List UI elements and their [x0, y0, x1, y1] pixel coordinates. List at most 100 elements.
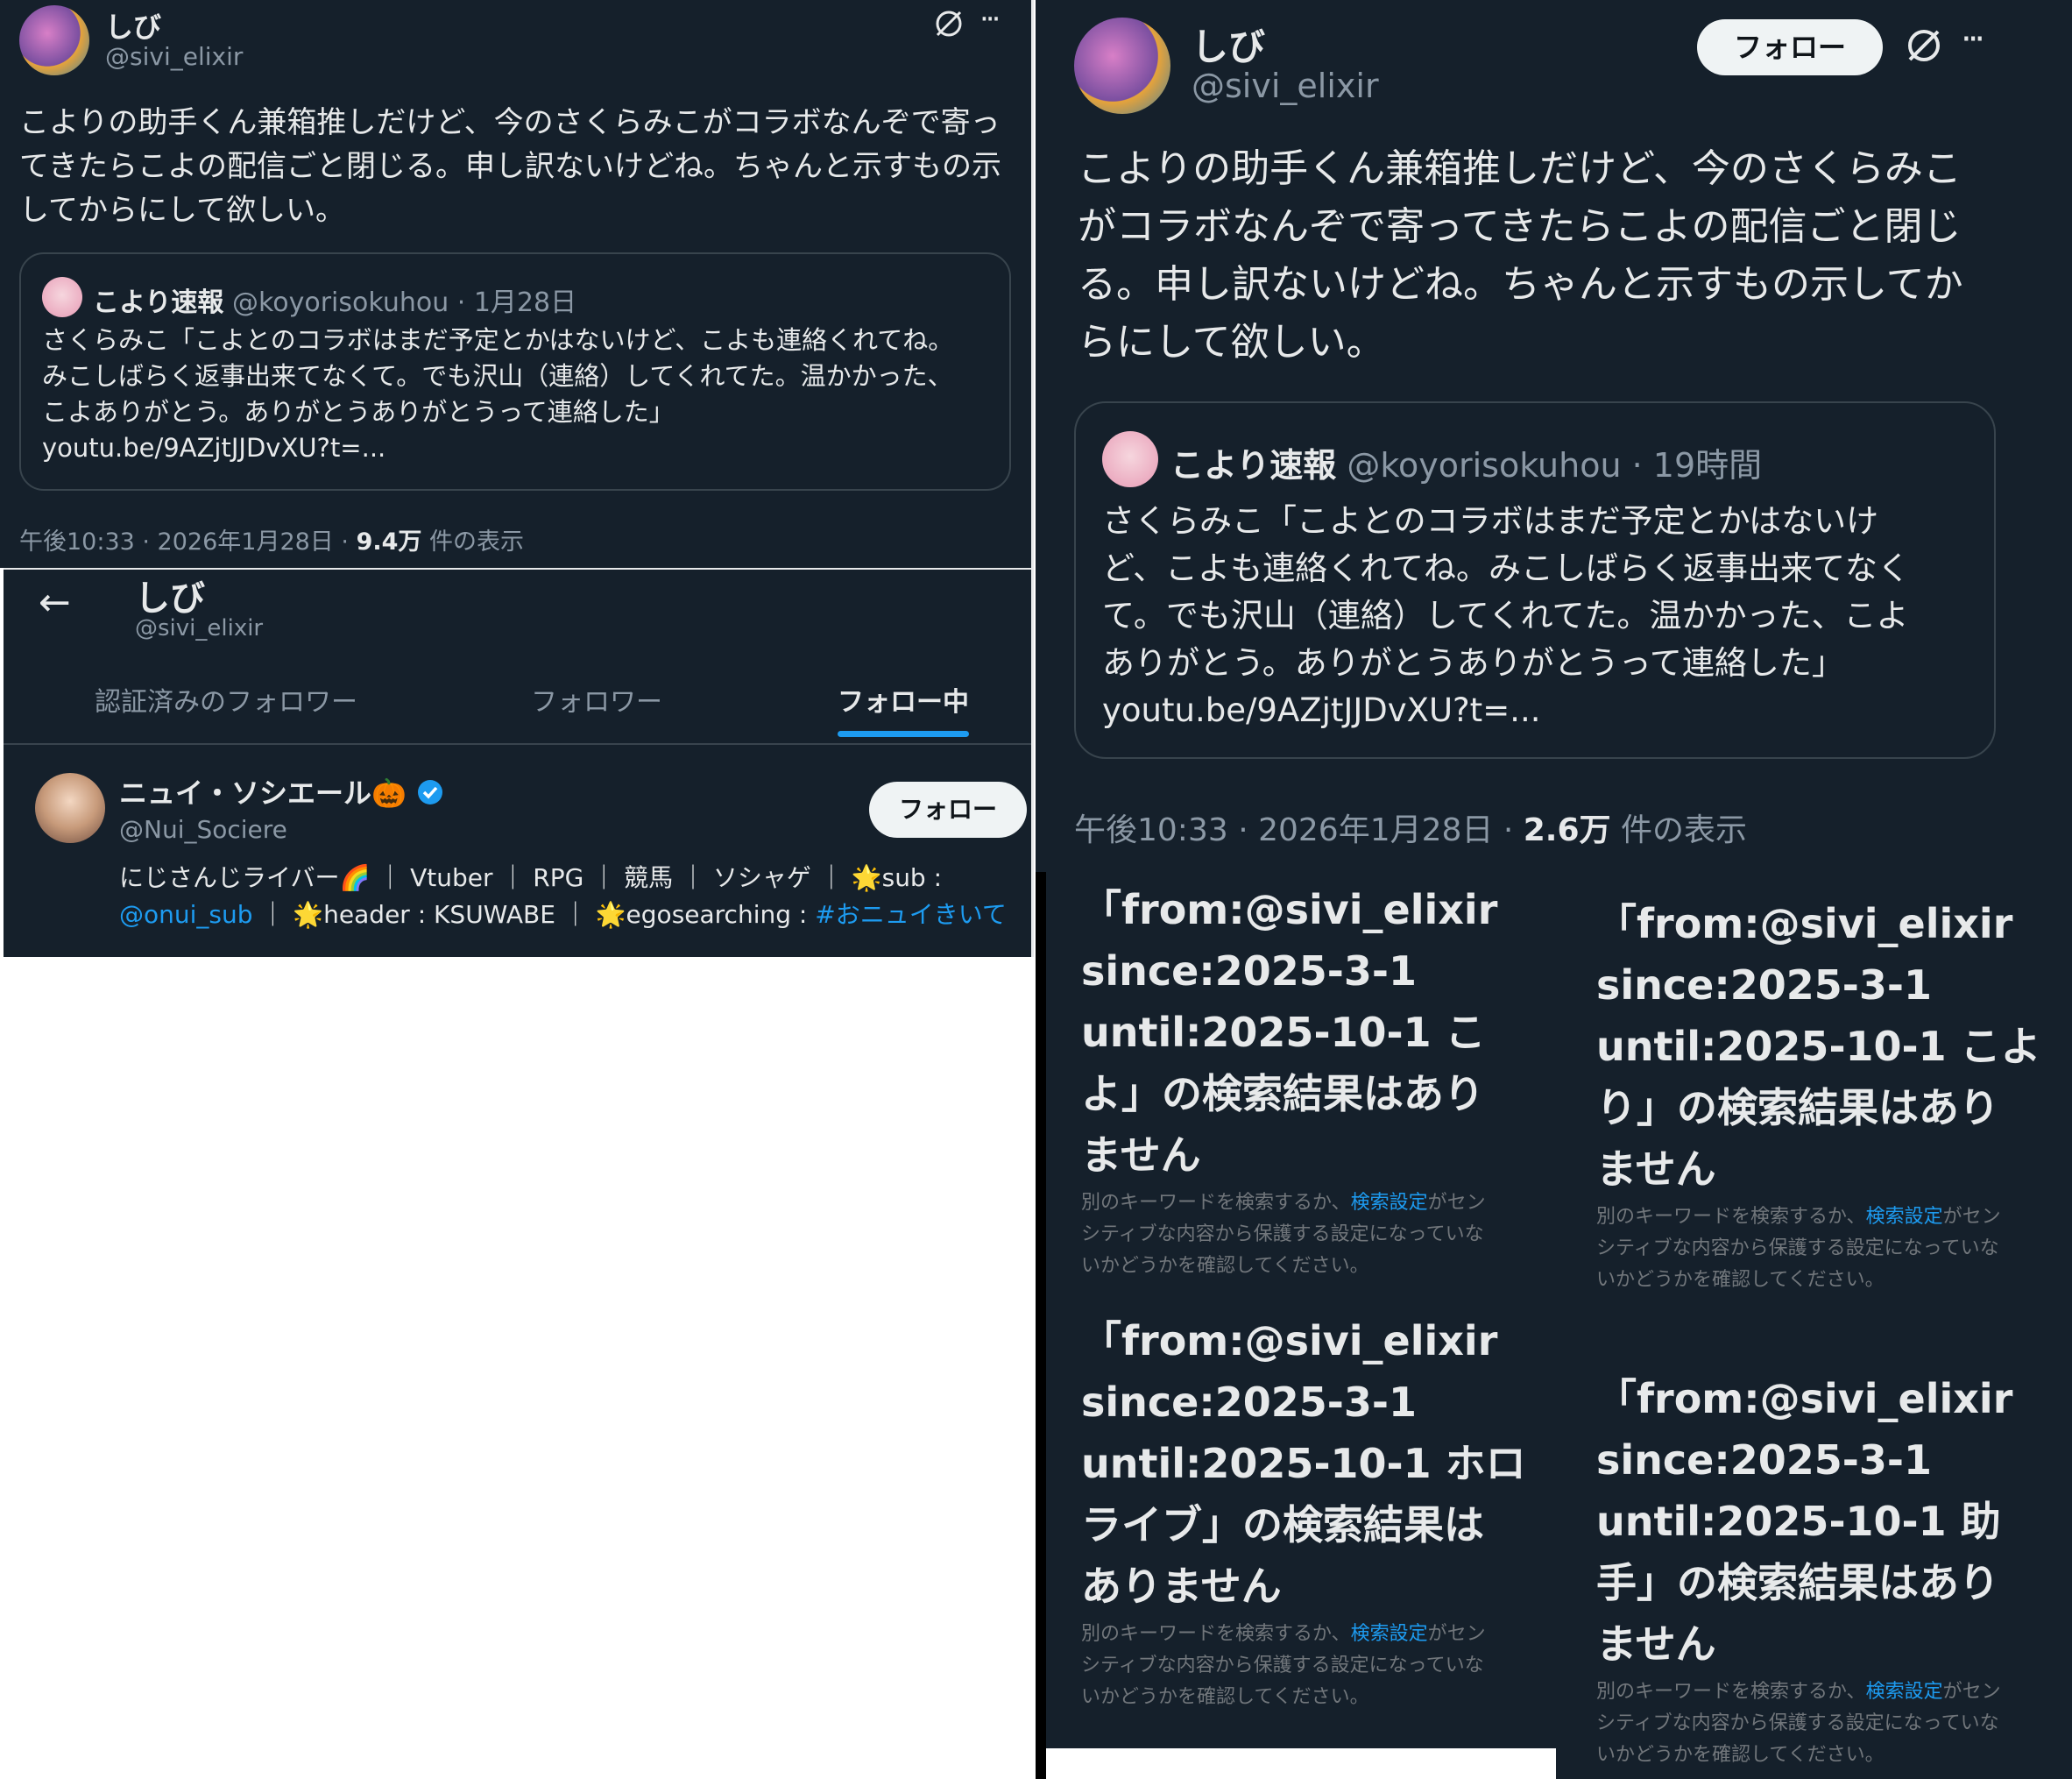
bio-hashtag[interactable]: #おニュイきいて: [815, 900, 1007, 929]
title-line: ません: [1596, 1620, 1716, 1668]
tweet-line: らにして欲しい。: [1078, 320, 1385, 365]
quote-time: · 1月28日: [456, 287, 577, 318]
quote-line: さくらみこ「こよとのコラボはまだ予定とかはないけど、こよも連絡くれてね。: [42, 325, 954, 355]
back-arrow-icon[interactable]: ←: [39, 580, 71, 625]
bio-link-sub[interactable]: @onui_sub: [119, 900, 253, 929]
sub-text: シティブな内容から保護する設定になっていな: [1596, 1712, 1999, 1734]
view-count: 9.4万: [356, 528, 422, 556]
search-settings-link[interactable]: 検索設定: [1351, 1623, 1428, 1645]
tab-following[interactable]: フォロー中: [838, 680, 969, 719]
empty-state-subtitle: 別のキーワードを検索するか、検索設定がセン シティブな内容から保護する設定になっ…: [1596, 1676, 2052, 1771]
title-line: り」の検索結果はあり: [1596, 1084, 1999, 1131]
profile-following-panel: ← しび @sivi_elixir 認証済みのフォロワー フォロワー フォロー中…: [4, 568, 1034, 957]
quoted-tweet[interactable]: こより速報 @koyorisokuhou · 1月28日 さくらみこ「こよとのコ…: [19, 252, 1011, 491]
user-name[interactable]: ニュイ・ソシエール🎃: [119, 771, 444, 812]
tweet-timestamp[interactable]: 午後10:33 · 2026年1月28日 ·: [19, 528, 357, 556]
tweet-line: る。申し訳ないけどね。ちゃんと示すもの示してか: [1078, 262, 1963, 307]
empty-state-title: 「from:@sivi_elixir since:2025-3-1 until:…: [1081, 879, 1537, 1186]
sub-text: いかどうかを確認してください。: [1596, 1269, 1885, 1291]
search-settings-link[interactable]: 検索設定: [1866, 1206, 1943, 1228]
quote-link[interactable]: youtu.be/9AZjtJJDvXU?t=...: [1102, 687, 1987, 734]
user-name[interactable]: しび: [105, 5, 161, 46]
grok-icon[interactable]: [932, 7, 965, 40]
follow-button[interactable]: フォロー: [869, 782, 1027, 838]
user-handle[interactable]: @Nui_Sociere: [119, 815, 287, 844]
quote-line: こよありがとう。ありがとうありがとうって連絡した」: [42, 397, 675, 427]
user-bio-line1: にじさんじライバー🌈 ｜ Vtuber ｜ RPG ｜ 競馬 ｜ ソシャゲ ｜ …: [119, 863, 943, 892]
view-label: 件の表示: [1610, 812, 1747, 848]
tabs-divider: [4, 743, 1031, 745]
tab-verified-followers[interactable]: 認証済みのフォロワー: [95, 680, 357, 719]
avatar[interactable]: [35, 773, 105, 843]
title-line: 「from:@sivi_elixir: [1081, 1317, 1498, 1364]
quote-line: ありがとう。ありがとうありがとうって連絡した」: [1102, 644, 1844, 682]
title-line: 「from:@sivi_elixir: [1081, 886, 1498, 933]
search-settings-link[interactable]: 検索設定: [1866, 1681, 1943, 1703]
tab-active-indicator: [838, 731, 969, 737]
title-line: until:2025-10-1 こ: [1081, 1009, 1486, 1056]
tweet-text: こよりの助手くん兼箱推しだけど、今のさくらみこがコラボなんぞで寄っ てきたらこよ…: [19, 101, 1027, 232]
search-results-panel: 「from:@sivi_elixir since:2025-3-1 until:…: [1036, 872, 2072, 1779]
sub-text: 別のキーワードを検索するか、: [1596, 1206, 1866, 1228]
more-icon[interactable]: ···: [1961, 19, 1985, 60]
grok-icon[interactable]: [1903, 25, 1945, 67]
search-bg-edge: [1036, 872, 1046, 1779]
bio-text: ｜ 🌟header : KSUWABE ｜ 🌟egosearching :: [252, 900, 816, 929]
tab-followers[interactable]: フォロワー: [531, 680, 662, 719]
quote-name: こより速報: [93, 287, 224, 318]
quoted-tweet[interactable]: こより速報 @koyorisokuhou · 19時間 さくらみこ「こよとのコラ…: [1074, 401, 1996, 759]
title-line: until:2025-10-1 ホロ: [1081, 1440, 1526, 1487]
tweet-text: こよりの助手くん兼箱推しだけど、今のさくらみこ がコラボなんぞで寄ってきたらこよ…: [1078, 140, 2059, 372]
quote-header: こより速報 @koyorisokuhou · 19時間: [1170, 438, 1762, 486]
title-line: until:2025-10-1 こよ: [1596, 1023, 2041, 1070]
title-line: 「from:@sivi_elixir: [1596, 900, 2013, 947]
quote-line: さくらみこ「こよとのコラボはまだ予定とかはないけ: [1102, 502, 1879, 540]
more-icon[interactable]: ···: [979, 2, 1001, 37]
follow-button[interactable]: フォロー: [1697, 19, 1883, 75]
tweet-timestamp[interactable]: 午後10:33 · 2026年1月28日 ·: [1074, 812, 1524, 848]
quote-text: さくらみこ「こよとのコラボはまだ予定とかはないけど、こよも連絡くれてね。 みこし…: [42, 322, 1006, 466]
quote-line: て。でも沢山（連絡）してくれてた。温かかった、こよ: [1102, 597, 1909, 634]
view-label: 件の表示: [421, 528, 524, 556]
sub-text: 別のキーワードを検索するか、: [1081, 1623, 1351, 1645]
quote-handle: @koyorisokuhou: [1347, 446, 1622, 485]
sub-text: がセン: [1427, 1192, 1486, 1214]
empty-state-title: 「from:@sivi_elixir since:2025-3-1 until:…: [1596, 893, 2052, 1200]
empty-state-subtitle: 別のキーワードを検索するか、検索設定がセン シティブな内容から保護する設定になっ…: [1596, 1201, 2052, 1296]
user-handle[interactable]: @sivi_elixir: [105, 42, 243, 71]
empty-state-title: 「from:@sivi_elixir since:2025-3-1 until:…: [1596, 1368, 2052, 1675]
title-line: since:2025-3-1: [1081, 947, 1417, 995]
title-line: until:2025-10-1 助: [1596, 1498, 2001, 1545]
sub-text: シティブな内容から保護する設定になっていな: [1596, 1237, 1999, 1259]
tweet-line: がコラボなんぞで寄ってきたらこよの配信ごと閉じ: [1078, 204, 1962, 249]
user-name[interactable]: しび: [1192, 18, 1265, 71]
verified-badge-icon: [418, 780, 442, 804]
tweet-meta: 午後10:33 · 2026年1月28日 · 2.6万 件の表示: [1074, 804, 1747, 850]
quote-line: みこしばらく返事出来てなくて。でも沢山（連絡）してくれてた。温かかった、: [42, 361, 953, 391]
quote-name: こより速報: [1170, 446, 1337, 485]
sub-text: 別のキーワードを検索するか、: [1081, 1192, 1351, 1214]
title-line: ライブ」の検索結果は: [1081, 1501, 1484, 1549]
empty-state-title: 「from:@sivi_elixir since:2025-3-1 until:…: [1081, 1310, 1537, 1617]
view-count: 2.6万: [1523, 812, 1611, 848]
empty-state-subtitle: 別のキーワードを検索するか、検索設定がセン シティブな内容から保護する設定になっ…: [1081, 1187, 1537, 1282]
tweet-line: こよりの助手くん兼箱推しだけど、今のさくらみこがコラボなんぞで寄っ: [19, 105, 1001, 140]
tweet-line: こよりの助手くん兼箱推しだけど、今のさくらみこ: [1078, 146, 1962, 191]
title-line: since:2025-3-1: [1596, 1436, 1932, 1484]
user-handle[interactable]: @sivi_elixir: [1192, 67, 1379, 105]
sub-text: シティブな内容から保護する設定になっていな: [1081, 1223, 1484, 1245]
tweet-line: てきたらこよの配信ごと閉じる。申し訳ないけどね。ちゃんと示すもの示: [19, 149, 1001, 184]
avatar[interactable]: [19, 5, 89, 75]
sub-text: 別のキーワードを検索するか、: [1596, 1681, 1866, 1703]
quote-avatar: [1102, 431, 1158, 487]
quote-avatar: [42, 277, 82, 317]
empty-state-subtitle: 別のキーワードを検索するか、検索設定がセン シティブな内容から保護する設定になっ…: [1081, 1619, 1537, 1713]
title-line: since:2025-3-1: [1081, 1379, 1417, 1426]
avatar[interactable]: [1074, 18, 1170, 114]
title-line: ません: [1081, 1131, 1201, 1179]
quote-handle: @koyorisokuhou: [231, 287, 449, 318]
title-line: よ」の検索結果はあり: [1081, 1070, 1484, 1117]
quote-link[interactable]: youtu.be/9AZjtJJDvXU?t=...: [42, 430, 1006, 466]
search-settings-link[interactable]: 検索設定: [1351, 1192, 1428, 1214]
sub-text: いかどうかを確認してください。: [1596, 1744, 1885, 1766]
